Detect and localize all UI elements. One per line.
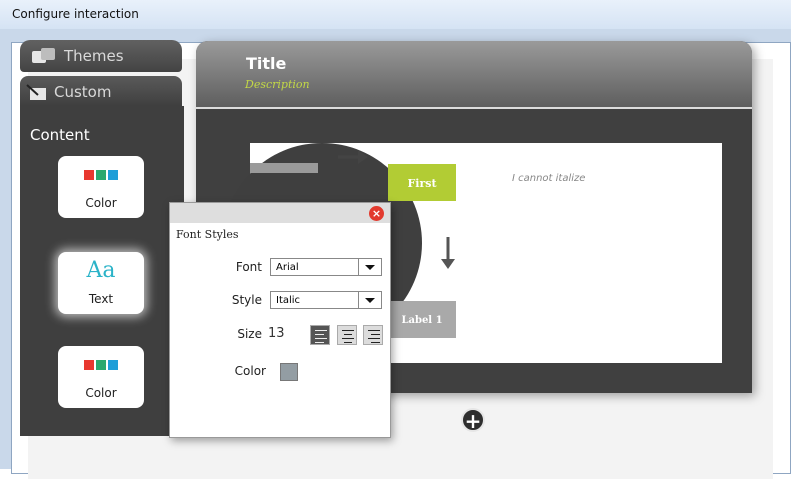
- tab-custom-label: Custom: [54, 83, 112, 101]
- color-swatch-blue-icon: [108, 360, 118, 370]
- content-card-label: Color: [85, 196, 117, 210]
- align-right-button[interactable]: [363, 325, 383, 345]
- stage-title[interactable]: Title: [246, 54, 286, 73]
- font-select-value: Arial: [276, 262, 299, 273]
- custom-icon: [26, 84, 46, 100]
- content-card-text[interactable]: Aa Text: [58, 252, 144, 314]
- content-card-color-2[interactable]: Color: [58, 346, 144, 408]
- node-label-1[interactable]: Label 1: [388, 301, 456, 338]
- tab-themes[interactable]: Themes: [20, 40, 182, 72]
- content-card-label: Color: [85, 386, 117, 400]
- chevron-down-icon[interactable]: [358, 259, 381, 275]
- italic-text[interactable]: I cannot italize: [512, 173, 585, 184]
- color-swatch-red-icon: [84, 170, 94, 180]
- arrow-right-icon: [338, 150, 368, 164]
- color-swatch-blue-icon: [108, 170, 118, 180]
- stage-gray-block: [250, 163, 318, 173]
- content-sidebar: Content Color Aa Text Color: [20, 106, 184, 436]
- close-icon[interactable]: ×: [369, 206, 384, 221]
- arrow-down-icon: [441, 237, 455, 269]
- color-picker-swatch[interactable]: [280, 363, 298, 381]
- window-title: Configure interaction: [12, 7, 139, 21]
- font-label: Font: [235, 260, 262, 274]
- stage-description[interactable]: Description: [245, 78, 310, 91]
- content-card-color[interactable]: Color: [58, 156, 144, 218]
- color-swatch-red-icon: [84, 360, 94, 370]
- style-select[interactable]: Italic: [270, 291, 382, 309]
- style-select-value: Italic: [276, 295, 301, 306]
- chevron-down-icon[interactable]: [358, 292, 381, 308]
- size-value[interactable]: 13: [268, 326, 285, 341]
- style-label: Style: [231, 293, 262, 307]
- node-first[interactable]: First: [388, 164, 456, 201]
- align-left-button[interactable]: [310, 325, 330, 345]
- add-button[interactable]: +: [461, 408, 485, 432]
- window-titlebar: Configure interaction: [0, 0, 791, 30]
- tab-themes-label: Themes: [64, 47, 124, 65]
- align-center-button[interactable]: [337, 325, 357, 345]
- content-card-label: Text: [88, 292, 114, 306]
- text-aa-icon: Aa: [86, 258, 116, 283]
- color-swatch-green-icon: [96, 360, 106, 370]
- color-label: Color: [234, 364, 266, 378]
- size-label: Size: [237, 327, 262, 341]
- sidebar-heading: Content: [30, 126, 90, 144]
- color-swatch-green-icon: [96, 170, 106, 180]
- font-styles-popup: × Font Styles Font Arial Style Italic Si…: [169, 202, 391, 438]
- tab-custom[interactable]: Custom: [20, 76, 182, 106]
- popup-title: Font Styles: [176, 228, 239, 241]
- themes-icon: [32, 48, 55, 63]
- font-select[interactable]: Arial: [270, 258, 382, 276]
- stage-header: Title Description: [196, 41, 752, 109]
- popup-header: ×: [170, 203, 390, 223]
